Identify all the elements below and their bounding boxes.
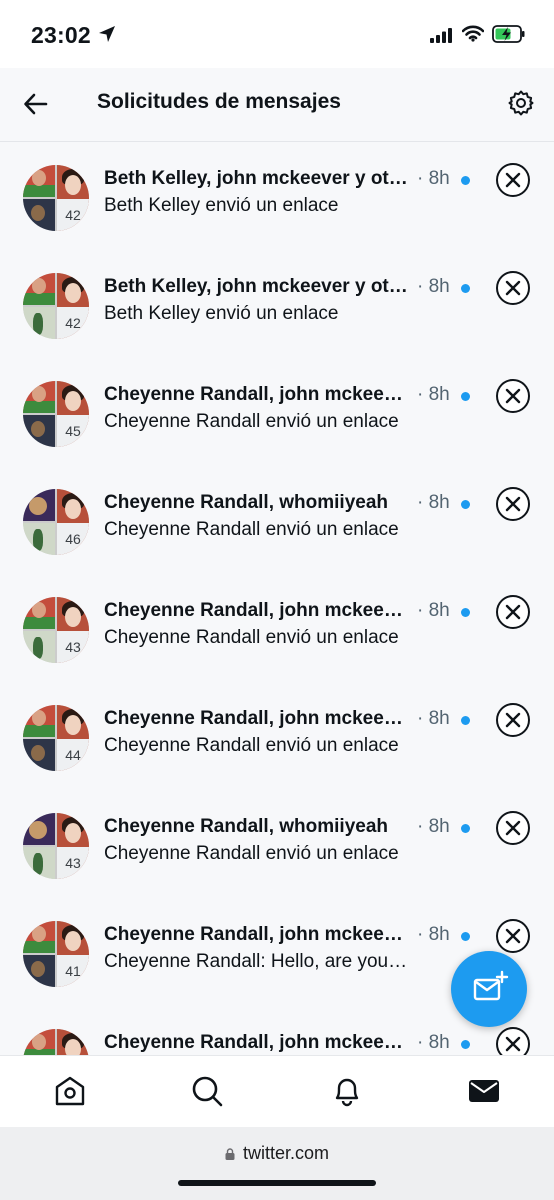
message-request-row[interactable]: 44 Cheyenne Randall, john mckeever · 8h … — [0, 683, 554, 791]
unread-dot — [461, 176, 470, 185]
participant-count: 43 — [57, 847, 89, 879]
message-preview: Cheyenne Randall envió un enlace — [104, 411, 399, 432]
wifi-icon — [462, 25, 484, 42]
new-message-icon — [473, 970, 509, 1001]
search-icon[interactable] — [190, 1074, 224, 1108]
conversation-name: Cheyenne Randall, john mckeever — [104, 708, 409, 729]
timestamp: · 8h — [417, 600, 450, 621]
close-icon[interactable] — [496, 487, 530, 521]
compose-message-button[interactable] — [451, 951, 527, 1027]
unread-dot — [461, 392, 470, 401]
close-icon[interactable] — [496, 271, 530, 305]
timestamp: · 8h — [417, 276, 450, 297]
participant-count: 43 — [57, 631, 89, 663]
status-bar: 23:02 — [0, 0, 554, 68]
timestamp: · 8h — [417, 492, 450, 513]
group-avatar: 45 — [23, 381, 89, 447]
close-icon[interactable] — [496, 379, 530, 413]
unread-dot — [461, 716, 470, 725]
message-preview: Cheyenne Randall envió un enlace — [104, 627, 399, 648]
participant-count: 42 — [57, 307, 89, 339]
conversation-name: Cheyenne Randall, whomiiyeah — [104, 816, 389, 837]
participant-count: 46 — [57, 523, 89, 555]
participant-count: 44 — [57, 739, 89, 771]
home-icon[interactable] — [53, 1074, 87, 1108]
group-avatar — [23, 1029, 89, 1055]
message-request-row[interactable]: 43 Cheyenne Randall, john mckeever · 8h … — [0, 575, 554, 683]
conversation-name: Beth Kelley, john mckeever y otros — [104, 276, 409, 297]
message-preview: Cheyenne Randall envió un enlace — [104, 519, 399, 540]
timestamp: · 8h — [417, 708, 450, 729]
message-request-row[interactable]: 43 Cheyenne Randall, whomiiyeah · 8h Che… — [0, 791, 554, 899]
timestamp: · 8h — [417, 1032, 450, 1053]
group-avatar: 44 — [23, 705, 89, 771]
timestamp: · 8h — [417, 168, 450, 189]
battery-charging-icon — [492, 25, 525, 43]
message-request-row[interactable]: 42 Beth Kelley, john mckeever y otros · … — [0, 251, 554, 359]
close-icon[interactable] — [496, 703, 530, 737]
unread-dot — [461, 824, 470, 833]
conversation-name: Beth Kelley, john mckeever y otros — [104, 168, 409, 189]
message-request-row[interactable]: 45 Cheyenne Randall, john mckeever · 8h … — [0, 359, 554, 467]
location-arrow-icon — [99, 26, 115, 42]
unread-dot — [461, 284, 470, 293]
url-text: twitter.com — [242, 1143, 330, 1163]
message-preview: Beth Kelley envió un enlace — [104, 303, 339, 324]
status-time: 23:02 — [31, 22, 91, 48]
conversation-name: Cheyenne Randall, john mckeever — [104, 600, 409, 621]
message-preview: Cheyenne Randall envió un enlace — [104, 735, 399, 756]
unread-dot — [461, 500, 470, 509]
lock-icon — [225, 1148, 235, 1160]
home-indicator — [178, 1180, 376, 1186]
close-icon[interactable] — [496, 595, 530, 629]
back-arrow-icon[interactable] — [22, 90, 50, 118]
url-display[interactable]: twitter.com — [0, 1143, 554, 1164]
group-avatar: 46 — [23, 489, 89, 555]
page-title: Solicitudes de mensajes — [97, 90, 341, 113]
group-avatar: 42 — [23, 165, 89, 231]
conversation-name: Cheyenne Randall, john mckeever — [104, 924, 409, 945]
cellular-signal-icon — [430, 28, 452, 43]
page-header: Solicitudes de mensajes — [0, 68, 554, 142]
gear-icon[interactable] — [507, 89, 535, 117]
envelope-icon[interactable] — [467, 1074, 501, 1108]
unread-dot — [461, 608, 470, 617]
message-requests-list[interactable]: 42 Beth Kelley, john mckeever y otros · … — [0, 143, 554, 1055]
message-preview: Beth Kelley envió un enlace — [104, 195, 339, 216]
timestamp: · 8h — [417, 384, 450, 405]
message-preview: Cheyenne Randall: Hello, are you there — [104, 951, 409, 972]
group-avatar: 42 — [23, 273, 89, 339]
bell-icon[interactable] — [330, 1074, 364, 1108]
close-icon[interactable] — [496, 811, 530, 845]
conversation-name: Cheyenne Randall, john mckeever — [104, 1032, 409, 1053]
message-request-row[interactable]: 46 Cheyenne Randall, whomiiyeah · 8h Che… — [0, 467, 554, 575]
browser-address-bar: twitter.com — [0, 1127, 554, 1200]
timestamp: · 8h — [417, 816, 450, 837]
group-avatar: 43 — [23, 813, 89, 879]
participant-count: 42 — [57, 199, 89, 231]
participant-count: 45 — [57, 415, 89, 447]
close-icon[interactable] — [496, 1027, 530, 1055]
message-request-row[interactable]: 42 Beth Kelley, john mckeever y otros · … — [0, 143, 554, 251]
bottom-tab-bar — [0, 1055, 554, 1127]
group-avatar: 41 — [23, 921, 89, 987]
participant-count: 41 — [57, 955, 89, 987]
unread-dot — [461, 1040, 470, 1049]
conversation-name: Cheyenne Randall, john mckeever — [104, 384, 409, 405]
group-avatar: 43 — [23, 597, 89, 663]
message-preview: Cheyenne Randall envió un enlace — [104, 843, 399, 864]
close-icon[interactable] — [496, 163, 530, 197]
unread-dot — [461, 932, 470, 941]
close-icon[interactable] — [496, 919, 530, 953]
timestamp: · 8h — [417, 924, 450, 945]
conversation-name: Cheyenne Randall, whomiiyeah — [104, 492, 389, 513]
